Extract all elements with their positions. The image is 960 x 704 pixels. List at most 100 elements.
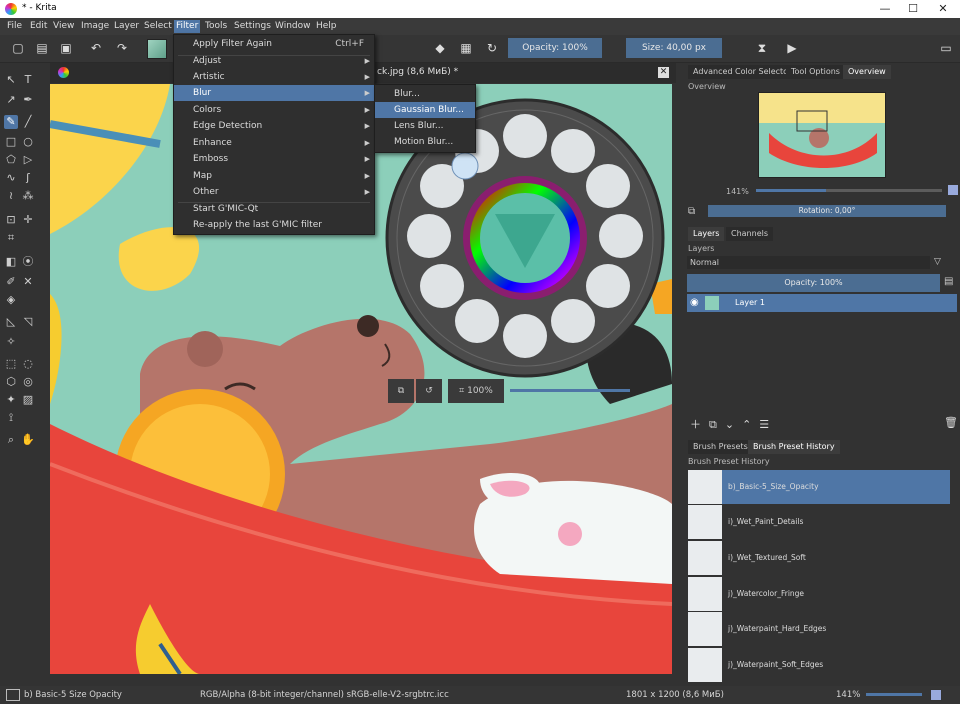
rectangle-tool-icon[interactable]: □: [4, 135, 18, 149]
blend-mode-select[interactable]: Normal: [687, 256, 930, 269]
maximize-button[interactable]: ☐: [898, 0, 928, 18]
menu-view[interactable]: View: [51, 20, 76, 33]
bezier-select-icon[interactable]: ⟟: [4, 411, 18, 425]
menu-reapply-gmic[interactable]: Re-apply the last G'MIC filter: [174, 217, 374, 233]
mirror-vertical-icon[interactable]: ▶: [784, 40, 800, 56]
menu-map[interactable]: Map ▶: [174, 168, 374, 184]
fill-tool-icon[interactable]: ◈: [4, 293, 18, 307]
transform-tool-icon[interactable]: ⊡: [4, 213, 18, 227]
open-folder-icon[interactable]: ▤: [34, 40, 50, 56]
freehand-path-icon[interactable]: ʃ: [21, 171, 35, 185]
assistant-tool-icon[interactable]: ✧: [4, 335, 18, 349]
status-zoom-slider[interactable]: [866, 693, 922, 696]
menu-start-gmic[interactable]: Start G'MIC-Qt: [174, 201, 374, 217]
zoom-tool-icon[interactable]: ⌕: [4, 433, 18, 447]
tab-channels[interactable]: Channels: [726, 227, 774, 241]
polygon-tool-icon[interactable]: ⬠: [4, 153, 18, 167]
move-tool-icon[interactable]: ✛: [21, 213, 35, 227]
preset-item[interactable]: i)_Wet_Paint_Details: [688, 505, 950, 539]
add-layer-icon[interactable]: ＋: [690, 418, 709, 431]
edit-shapes-icon[interactable]: ↗: [4, 93, 18, 107]
similar-select-icon[interactable]: ▨: [21, 393, 35, 407]
contiguous-select-icon[interactable]: ✦: [4, 393, 18, 407]
minimize-button[interactable]: —: [870, 0, 900, 18]
menu-tools[interactable]: Tools: [203, 20, 229, 33]
preset-item[interactable]: i)_Wet_Textured_Soft: [688, 541, 950, 575]
polyline-tool-icon[interactable]: ▷: [21, 153, 35, 167]
save-icon[interactable]: ▣: [58, 40, 74, 56]
color-sampler-icon[interactable]: ⦿: [21, 255, 35, 269]
undo-icon[interactable]: ↶: [88, 40, 104, 56]
layer-filter-icon[interactable]: ▽: [934, 257, 954, 269]
gradient-swatch[interactable]: [147, 39, 167, 59]
multibrush-icon[interactable]: ⁂: [21, 189, 35, 203]
tab-tool-options[interactable]: Tool Options: [786, 65, 845, 79]
overview-zoom-slider[interactable]: [756, 189, 942, 192]
gradient-tool-icon[interactable]: ◧: [4, 255, 18, 269]
layer-name[interactable]: Layer 1: [735, 298, 765, 307]
preset-item[interactable]: b)_Basic-5_Size_Opacity: [688, 470, 950, 504]
tab-advanced-color-selector[interactable]: Advanced Color Selector: [688, 65, 797, 79]
zoom-fit-icon[interactable]: [930, 689, 942, 701]
menu-select[interactable]: Select: [142, 20, 174, 33]
line-tool-icon[interactable]: ╱: [21, 115, 35, 129]
rect-select-icon[interactable]: ⬚: [4, 357, 18, 371]
menu-layer[interactable]: Layer: [112, 20, 141, 33]
move-layer-up-icon[interactable]: ⌃: [742, 418, 759, 431]
alpha-lock-icon[interactable]: ▦: [458, 40, 474, 56]
close-button[interactable]: ✕: [928, 0, 958, 18]
layer-opacity-slider[interactable]: Opacity: 100%: [687, 274, 940, 292]
preset-item[interactable]: j)_Waterpaint_Hard_Edges: [688, 612, 950, 646]
menu-blur[interactable]: Blur ▶: [174, 85, 374, 101]
menu-lens-blur[interactable]: Lens Blur...: [375, 118, 475, 134]
pan-tool-icon[interactable]: ✋: [21, 433, 35, 447]
mirror-canvas-icon[interactable]: ⧉: [388, 379, 414, 403]
canvas-zoom-slider[interactable]: [510, 389, 630, 392]
text-tool-icon[interactable]: T: [21, 73, 35, 87]
menu-image[interactable]: Image: [79, 20, 111, 33]
rotation-slider[interactable]: Rotation: 0,00°: [708, 205, 946, 217]
size-slider[interactable]: Size: 40,00 px: [626, 38, 722, 58]
reference-tool-icon[interactable]: ◹: [21, 315, 35, 329]
docker-toggle-icon[interactable]: ▭: [938, 40, 954, 56]
new-document-icon[interactable]: ▢: [10, 40, 26, 56]
menu-edge-detection[interactable]: Edge Detection ▶: [174, 118, 374, 134]
redo-icon[interactable]: ↷: [114, 40, 130, 56]
move-layer-down-icon[interactable]: ⌄: [725, 418, 742, 431]
colorize-mask-icon[interactable]: ✐: [4, 275, 18, 289]
tab-layers[interactable]: Layers: [688, 227, 725, 241]
preset-item[interactable]: j)_Watercolor_Fringe: [688, 577, 950, 611]
mirror-horizontal-icon[interactable]: ⧗: [754, 40, 770, 56]
measure-tool-icon[interactable]: ◺: [4, 315, 18, 329]
polygon-select-icon[interactable]: ⬡: [4, 375, 18, 389]
bezier-tool-icon[interactable]: ∿: [4, 171, 18, 185]
tab-overview[interactable]: Overview: [843, 65, 891, 79]
menu-edit[interactable]: Edit: [28, 20, 49, 33]
delete-layer-icon[interactable]: 🗑: [944, 416, 958, 429]
menu-colors[interactable]: Colors ▶: [174, 102, 374, 118]
menu-help[interactable]: Help: [314, 20, 339, 33]
rotate-canvas-icon[interactable]: ↺: [416, 379, 442, 403]
freehand-select-icon[interactable]: ◎: [21, 375, 35, 389]
ellipse-tool-icon[interactable]: ○: [21, 135, 35, 149]
close-document-icon[interactable]: ✕: [658, 67, 669, 78]
menu-file[interactable]: File: [5, 20, 24, 33]
menu-gaussian-blur[interactable]: Gaussian Blur...: [375, 102, 475, 118]
menu-artistic[interactable]: Artistic ▶: [174, 69, 374, 85]
smart-patch-icon[interactable]: ✕: [21, 275, 35, 289]
overview-fit-icon[interactable]: [947, 184, 959, 196]
select-shapes-icon[interactable]: ↖: [4, 73, 18, 87]
menu-adjust[interactable]: Adjust ▶: [174, 53, 374, 69]
crop-tool-icon[interactable]: ⌗: [4, 231, 18, 245]
ellipse-select-icon[interactable]: ◌: [21, 357, 35, 371]
duplicate-layer-icon[interactable]: ⧉: [709, 418, 725, 431]
menu-window[interactable]: Window: [273, 20, 313, 33]
menu-enhance[interactable]: Enhance ▶: [174, 135, 374, 151]
tab-brush-preset-history[interactable]: Brush Preset History: [748, 440, 840, 454]
eraser-icon[interactable]: ◆: [432, 40, 448, 56]
menu-emboss[interactable]: Emboss ▶: [174, 151, 374, 167]
preset-item[interactable]: j)_Waterpaint_Soft_Edges: [688, 648, 950, 682]
document-tab-title[interactable]: ck.jpg (8,6 МиБ) *: [377, 67, 458, 77]
layer-row[interactable]: ◉ Layer 1: [687, 294, 957, 312]
mirror-view-icon[interactable]: ⧉: [688, 206, 700, 218]
